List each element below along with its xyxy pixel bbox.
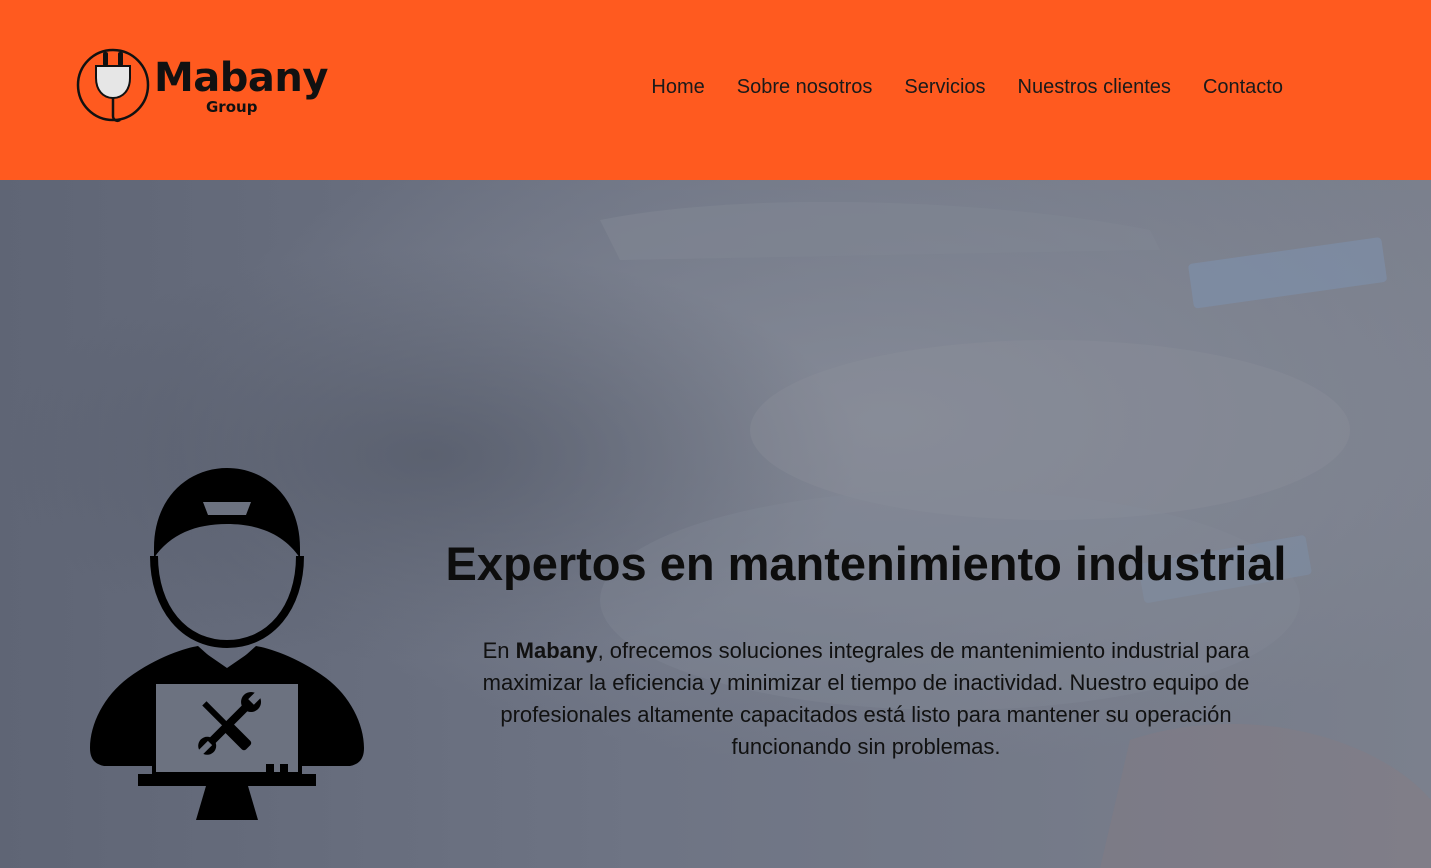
hero-text-prefix: En [482, 638, 516, 663]
plug-icon [76, 48, 150, 123]
brand-name: Mabany [154, 55, 328, 101]
hero-section: Expertos en mantenimiento industrial En … [0, 180, 1431, 868]
nav-sobre-nosotros[interactable]: Sobre nosotros [721, 74, 889, 100]
hero-text-brand: Mabany [515, 638, 598, 663]
page: Mabany Group Home Sobre nosotros Servici… [0, 0, 1431, 868]
hero-text-rest: , ofrecemos soluciones integrales de man… [482, 638, 1250, 759]
nav-contacto[interactable]: Contacto [1187, 74, 1299, 100]
hero-description: En Mabany, ofrecemos soluciones integral… [440, 635, 1292, 763]
hero-title: Expertos en mantenimiento industrial [445, 537, 1287, 590]
site-header: Mabany Group Home Sobre nosotros Servici… [0, 0, 1431, 180]
nav-home[interactable]: Home [635, 74, 720, 100]
brand-sub: Group [206, 98, 258, 116]
main-nav: Home Sobre nosotros Servicios Nuestros c… [635, 74, 1299, 100]
nav-servicios[interactable]: Servicios [888, 74, 1001, 100]
brand-logo[interactable]: Mabany Group [76, 48, 328, 128]
nav-nuestros-clientes[interactable]: Nuestros clientes [1002, 74, 1187, 100]
technician-with-tools-icon [90, 468, 364, 820]
